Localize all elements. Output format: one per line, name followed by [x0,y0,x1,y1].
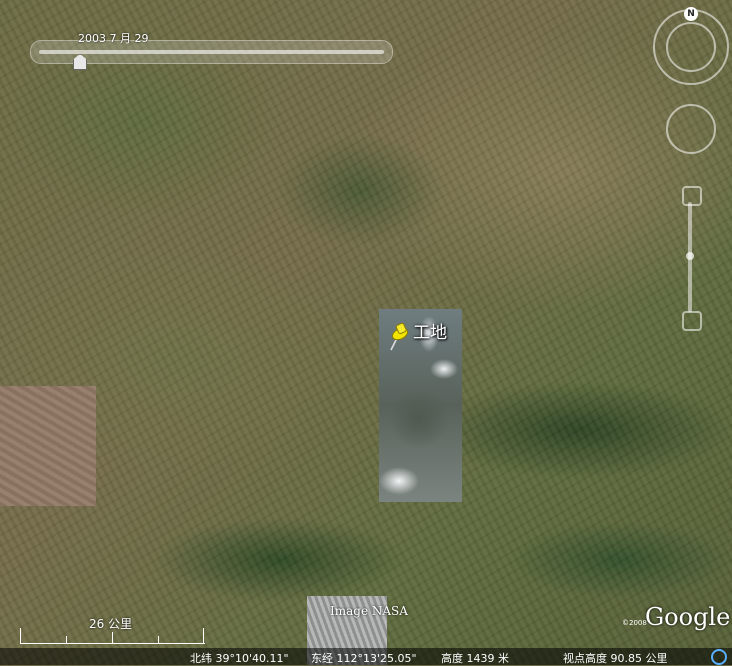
pushpin-icon[interactable] [386,322,410,352]
eye-altitude-readout: 视点高度 90.85 公里 [563,652,668,665]
look-joystick[interactable] [666,104,716,154]
map-view[interactable] [0,0,732,665]
time-slider-track[interactable] [39,50,384,54]
time-slider-thumb[interactable] [73,54,87,70]
streaming-icon [711,649,727,665]
compass-inner-ring[interactable] [666,22,716,72]
placemark-label[interactable]: 工地 [413,318,447,343]
imagery-tile [0,386,96,506]
scale-tick [203,628,204,644]
terrain-texture [0,0,732,665]
zoom-slider[interactable] [682,186,702,331]
scale-tick [20,628,21,644]
longitude-readout: 东经 112°13'25.05" [311,652,417,665]
scale-label: 26 公里 [89,617,133,631]
scale-tick [112,632,113,644]
compass-control[interactable]: N [653,7,729,85]
status-bar: 北纬 39°10'40.11" 东经 112°13'25.05" 高度 1439… [0,648,732,665]
zoom-knob[interactable] [686,252,694,260]
look-joystick-ring[interactable] [666,104,716,154]
zoom-out-button[interactable] [682,311,702,331]
google-logo: Google [645,603,731,631]
scale-tick [66,636,67,644]
copyright: ©2008 [622,619,647,627]
north-indicator[interactable]: N [684,7,698,21]
zoom-in-button[interactable] [682,186,702,206]
elevation-readout: 高度 1439 米 [441,652,509,665]
scale-tick [158,636,159,644]
time-slider-date: 2003 7 月 29 [78,32,149,45]
imagery-credit: Image NASA [330,604,408,618]
latitude-readout: 北纬 39°10'40.11" [190,652,289,665]
